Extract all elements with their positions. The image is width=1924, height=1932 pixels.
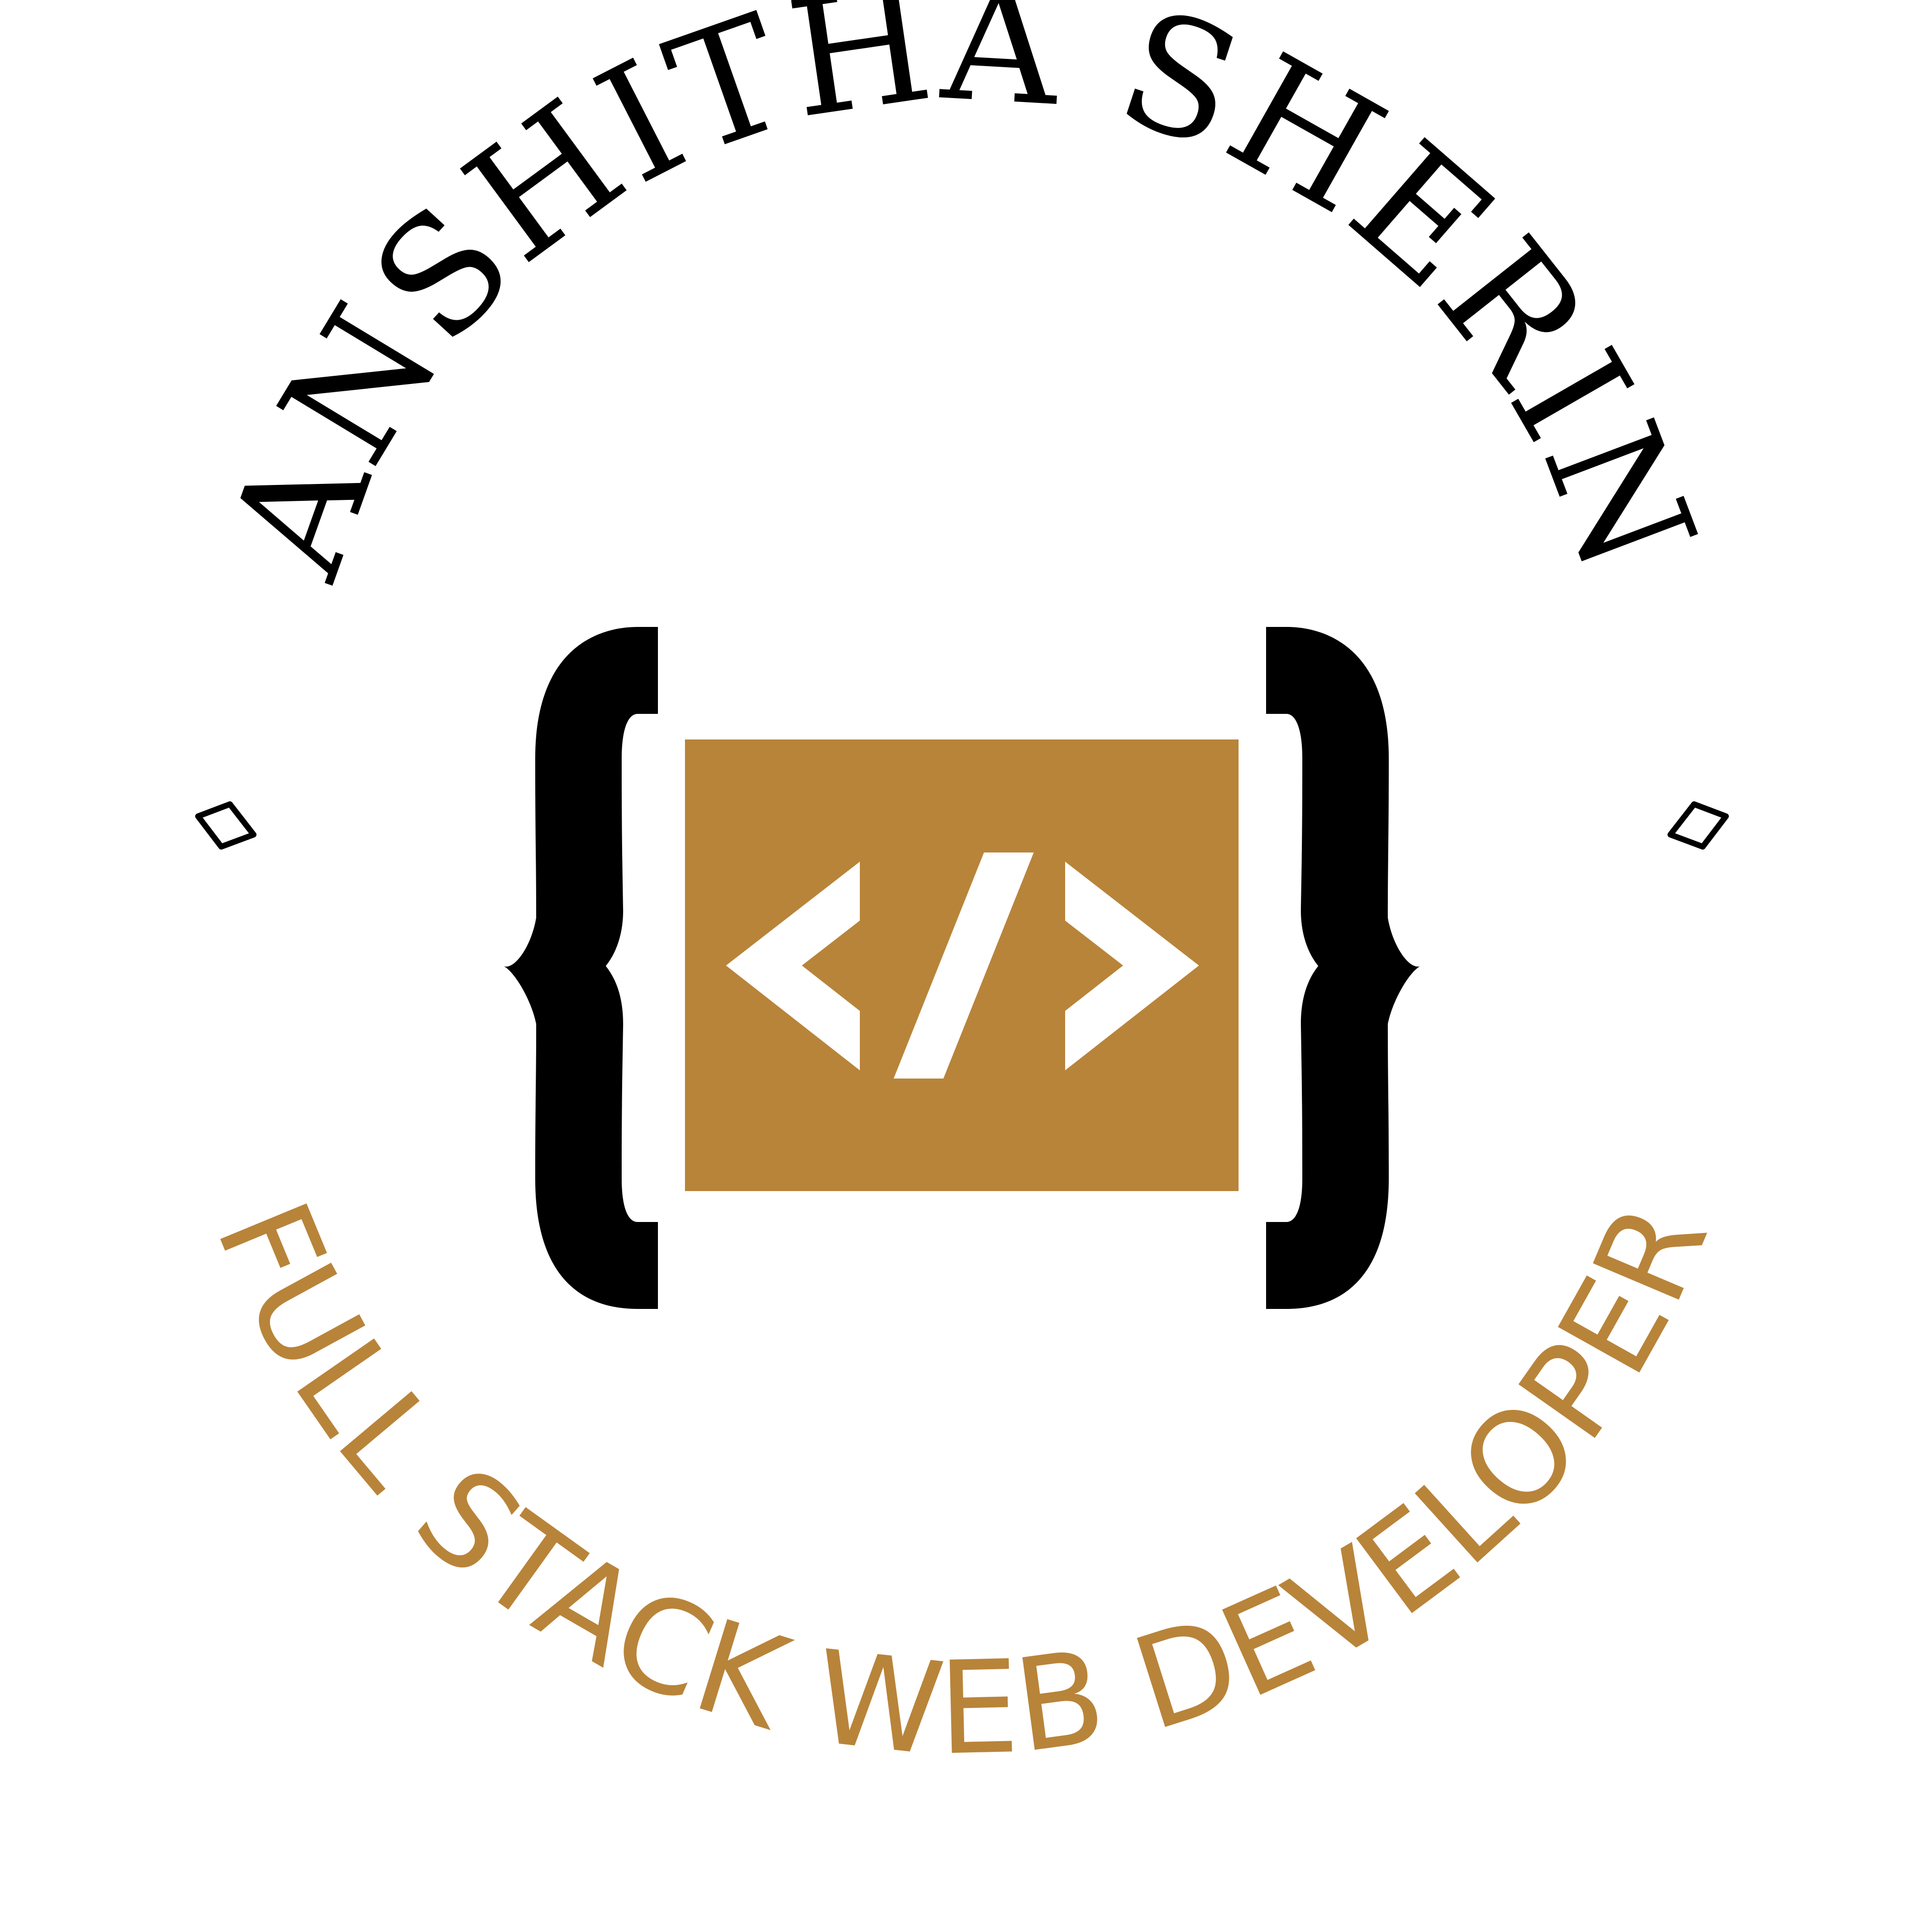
- code-tag-icon: [685, 739, 1239, 1191]
- logo-badge: ANSHITHA SHERIN FULL STACK WEB DEVELOPER: [0, 0, 1924, 1932]
